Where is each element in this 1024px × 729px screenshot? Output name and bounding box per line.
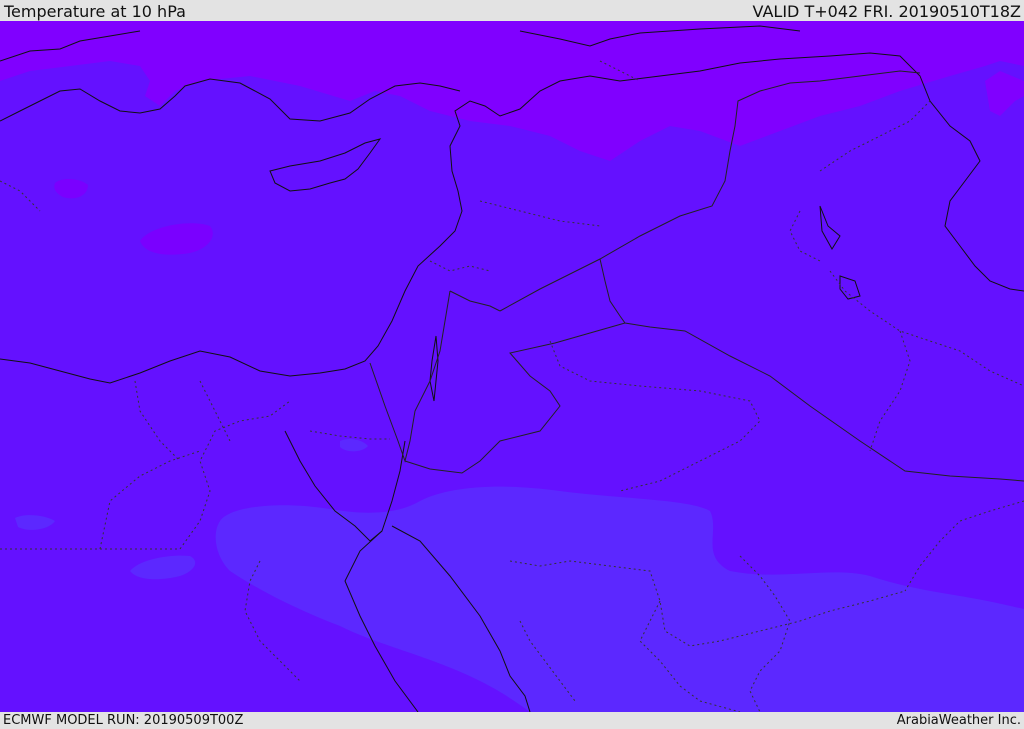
map-header: Temperature at 10 hPa VALID T+042 FRI. 2…: [0, 0, 1024, 21]
temperature-map: [0, 21, 1024, 712]
map-title: Temperature at 10 hPa: [4, 2, 186, 21]
credit-label: ArabiaWeather Inc.: [896, 713, 1021, 728]
valid-time-label: VALID T+042 FRI. 20190510T18Z: [752, 2, 1021, 21]
model-run-label: ECMWF MODEL RUN: 20190509T00Z: [3, 713, 244, 728]
map-footer: ECMWF MODEL RUN: 20190509T00Z ArabiaWeat…: [0, 712, 1024, 729]
